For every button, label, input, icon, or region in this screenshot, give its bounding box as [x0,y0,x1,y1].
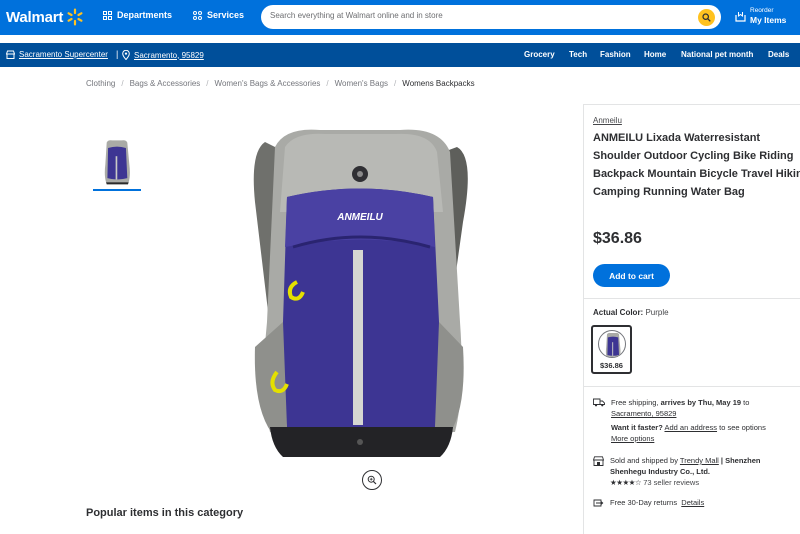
reorder-icon [735,12,746,22]
search-bar [261,5,721,29]
seller-link[interactable]: Trendy Mall [680,456,719,465]
zoom-icon [367,475,377,485]
services-button[interactable]: Services [193,10,244,20]
nav-deals[interactable]: Deals [768,50,789,59]
divider [583,298,800,299]
spark-icon [67,8,83,26]
product-thumbnail[interactable] [93,137,141,185]
seller-rating-stars: ★★★★☆ [610,478,642,487]
location-nav-bar: Sacramento Supercenter | Sacramento, 958… [0,43,800,67]
thumbnail-image [104,140,130,185]
title-line: Backpack Mountain Bicycle Travel Hiking [593,168,800,180]
product-title: ANMEILU Lixada Waterresistant Shoulder O… [593,129,800,201]
color-swatch-purple[interactable]: $36.86 [591,325,632,374]
top-header: Walmart Departments Services Search ever… [0,0,800,35]
shipping-to: to [741,398,750,407]
divider: | [116,49,119,59]
seller-info: Sold and shipped by Trendy Mall | Shenzh… [593,455,761,488]
nav-fashion[interactable]: Fashion [600,50,631,59]
returns-details-link[interactable]: Details [681,498,704,507]
color-value: Purple [645,308,669,317]
color-label-text: Actual Color: [593,308,644,317]
zip-selector[interactable]: Sacramento, 95829 [122,50,204,60]
title-line: Camping Running Water Bag [593,186,745,198]
breadcrumb-item[interactable]: Bags & Accessories [130,79,201,88]
breadcrumb: Clothing / Bags & Accessories / Women's … [86,79,475,88]
truck-icon [593,398,605,407]
returns-icon [593,499,604,507]
walmart-logo[interactable]: Walmart [6,8,84,26]
store-selector[interactable]: Sacramento Supercenter [6,50,108,59]
returns-text: Free 30-Day returns [610,498,678,507]
title-line: ANMEILU Lixada Waterresistant [593,132,761,144]
bag-brand-logo: ANMEILU [336,212,383,223]
grid-icon [103,10,112,20]
breadcrumb-separator: / [394,79,397,88]
seller-rest: | Shenzhen [718,456,761,465]
seller-reviews[interactable]: 73 seller reviews [643,478,699,487]
shipping-info: Free shipping, arrives by Thu, May 19 to… [593,397,766,444]
divider [583,386,800,387]
swatch-image [598,330,626,358]
breadcrumb-item[interactable]: Women's Bags [335,79,388,88]
store-icon [6,50,15,59]
breadcrumb-separator: / [326,79,329,88]
breadcrumb-current[interactable]: Womens Backpacks [402,79,474,88]
my-items-label: My Items [750,15,787,25]
breadcrumb-item[interactable]: Clothing [86,79,115,88]
more-options-link[interactable]: More options [611,433,766,444]
zip-text: Sacramento, 95829 [134,50,204,60]
store-name: Sacramento Supercenter [19,50,108,59]
breadcrumb-item[interactable]: Women's Bags & Accessories [215,79,321,88]
reorder-label: Reorder [750,7,774,14]
brand-link[interactable]: Anmeilu [593,116,622,125]
services-icon [193,10,202,20]
logo-text: Walmart [6,8,64,26]
breadcrumb-separator: / [121,79,124,88]
arrival-date: arrives by Thu, May 19 [660,398,742,407]
returns-info: Free 30-Day returns Details [593,497,704,508]
sold-by-prefix: Sold and shipped by [610,456,680,465]
shipping-location-link[interactable]: Sacramento, 95829 [611,408,766,419]
search-icon [702,13,711,22]
add-address-link[interactable]: Add an address [664,423,717,432]
nav-national-pet-month[interactable]: National pet month [681,50,753,59]
nav-tech[interactable]: Tech [569,50,587,59]
search-button[interactable] [698,9,715,26]
departments-label: Departments [117,10,173,20]
nav-home[interactable]: Home [644,50,666,59]
want-faster-label: Want it faster? [611,423,663,432]
nav-grocery[interactable]: Grocery [524,50,555,59]
search-input[interactable] [270,11,690,20]
see-options-text: to see options [717,423,766,432]
product-image: ANMEILU [253,129,468,457]
add-to-cart-button[interactable]: Add to cart [593,264,670,287]
zoom-button[interactable] [362,470,382,490]
location-pin-icon [122,50,130,60]
title-line: Shoulder Outdoor Cycling Bike Riding [593,150,794,162]
shipping-prefix: Free shipping, [611,398,661,407]
product-price: $36.86 [593,230,642,247]
services-label: Services [207,10,245,20]
store-icon [593,456,604,466]
reorder-my-items[interactable]: Reorder My Items [735,7,786,26]
swatch-price: $36.86 [600,361,623,370]
popular-items-heading: Popular items in this category [86,507,244,519]
departments-button[interactable]: Departments [103,10,172,20]
seller-name-line2: Shenhegu Industry Co., Ltd. [610,467,710,476]
color-label: Actual Color: Purple [593,308,669,317]
thumbnail-selected-indicator [93,189,141,191]
breadcrumb-separator: / [206,79,209,88]
